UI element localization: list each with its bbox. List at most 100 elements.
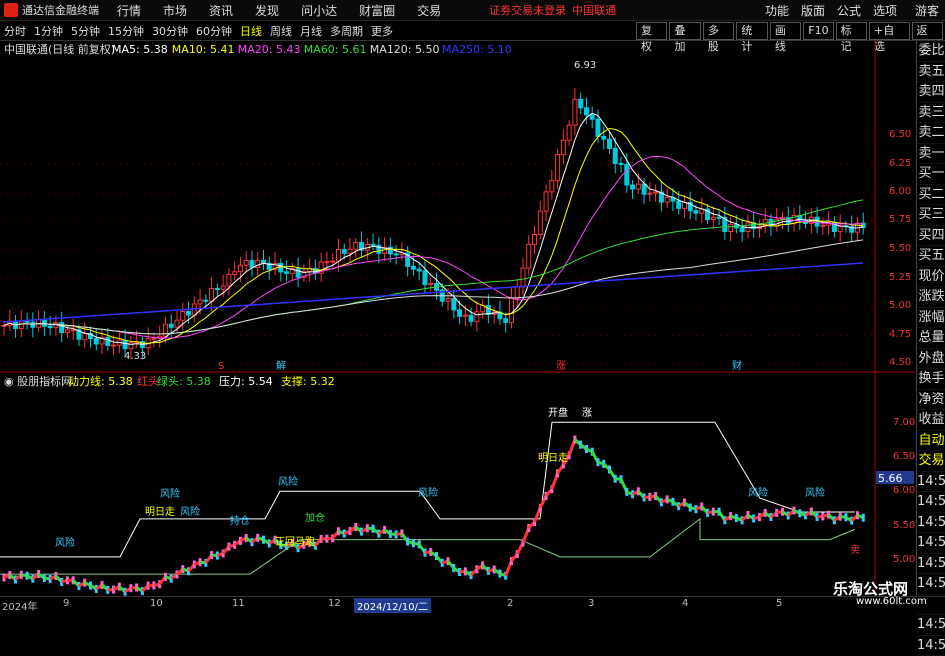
candle-body: [296, 269, 300, 278]
candle-body: [521, 268, 525, 287]
candle-body: [423, 271, 427, 285]
marker-1: 解: [276, 359, 286, 372]
side-item-21[interactable]: 14:5: [917, 472, 945, 493]
guest-label[interactable]: 游客: [915, 2, 939, 19]
candle-body: [556, 155, 560, 181]
menu-item-3[interactable]: 发现: [255, 4, 279, 18]
right-menu-item-3[interactable]: 选项: [873, 2, 897, 19]
tool-button-0[interactable]: 复权: [636, 22, 667, 40]
candle-body: [371, 244, 375, 245]
side-item-25[interactable]: 14:5: [917, 554, 945, 575]
marker-0: S: [218, 361, 224, 372]
side-item-13[interactable]: 涨幅: [917, 308, 945, 329]
tool-button-3[interactable]: 统计: [736, 22, 767, 40]
right-menu-item-0[interactable]: 功能: [765, 2, 789, 19]
side-item-23[interactable]: 14:5: [917, 513, 945, 534]
ma20-line: [4, 156, 863, 338]
menu-item-5[interactable]: 财富圈: [359, 4, 395, 18]
menu-item-6[interactable]: 交易: [417, 4, 441, 18]
price-axis-6: 5.00: [889, 300, 911, 311]
timeframe-7[interactable]: 周线: [270, 25, 292, 38]
candle-body: [354, 243, 358, 250]
trade-notice[interactable]: 证劵交易未登录: [489, 2, 566, 18]
side-item-12[interactable]: 涨跌: [917, 287, 945, 308]
ma10-line: [4, 129, 863, 344]
candle-body: [417, 269, 421, 271]
marker-3: 财: [732, 359, 742, 372]
tool-button-4[interactable]: 画线: [770, 22, 801, 40]
right-menu-item-1[interactable]: 版面: [801, 2, 825, 19]
ma-legend-3: MA60: 5.61: [304, 43, 367, 56]
candle-body: [123, 340, 127, 348]
candle-body: [169, 324, 173, 327]
date-label-0: 2024年: [2, 598, 37, 613]
timeframe-6[interactable]: 日线: [240, 25, 262, 38]
side-item-6[interactable]: 买一: [917, 164, 945, 185]
side-item-16[interactable]: 换手: [917, 369, 945, 390]
side-item-4[interactable]: 卖二: [917, 123, 945, 144]
side-item-3[interactable]: 卖三: [917, 103, 945, 124]
side-item-11[interactable]: 现价: [917, 267, 945, 288]
timeframe-4[interactable]: 30分钟: [152, 25, 188, 38]
side-item-22[interactable]: 14:5: [917, 492, 945, 513]
side-item-24[interactable]: 14:5: [917, 533, 945, 554]
side-item-10[interactable]: 买五: [917, 246, 945, 267]
tool-button-6[interactable]: 标记: [836, 22, 867, 40]
timeframe-5[interactable]: 60分钟: [196, 25, 232, 38]
side-item-18[interactable]: 收益: [917, 410, 945, 431]
price-axis-3: 5.75: [889, 214, 911, 225]
timeframe-1[interactable]: 1分钟: [34, 25, 63, 38]
candle-body: [740, 228, 744, 232]
timeframe-8[interactable]: 月线: [300, 25, 322, 38]
ma5-line: [4, 113, 863, 344]
right-menu-item-2[interactable]: 公式: [837, 2, 861, 19]
side-item-5[interactable]: 卖一: [917, 144, 945, 165]
timeframe-2[interactable]: 5分钟: [71, 25, 100, 38]
candle-body: [463, 315, 467, 316]
tool-button-8[interactable]: 返回: [912, 22, 943, 40]
tool-button-2[interactable]: 多股: [703, 22, 734, 40]
timeframe-10[interactable]: 更多: [371, 25, 393, 38]
timeframe-3[interactable]: 15分钟: [108, 25, 144, 38]
timeframe-bar: 分时 1分钟 5分钟 15分钟 30分钟 60分钟日线周线月线多周期更多: [0, 23, 397, 39]
side-item-14[interactable]: 总量: [917, 328, 945, 349]
tool-button-5[interactable]: F10: [803, 22, 833, 40]
candle-body: [636, 184, 640, 189]
menu-item-1[interactable]: 市场: [163, 4, 187, 18]
date-label-9: 5: [776, 598, 782, 609]
menu-item-4[interactable]: 问小达: [301, 4, 337, 18]
price-axis-7: 4.75: [889, 329, 911, 340]
side-item-0[interactable]: 委比: [917, 41, 945, 62]
date-axis: 2024年91011122024/12/10/二2345: [0, 596, 945, 610]
date-label-7: 3: [588, 598, 594, 609]
side-item-26[interactable]: 14:5: [917, 574, 945, 595]
side-item-2[interactable]: 卖四: [917, 82, 945, 103]
menu-item-2[interactable]: 资讯: [209, 4, 233, 18]
side-item-9[interactable]: 买四: [917, 226, 945, 247]
kline-chart[interactable]: 中国联通(日线 前复权)MA5: 5.38MA10: 5.41MA20: 5.4…: [0, 41, 915, 596]
timeframe-9[interactable]: 多周期: [330, 25, 363, 38]
support-line: [0, 519, 855, 574]
menu-item-0[interactable]: 行情: [117, 4, 141, 18]
side-item-28[interactable]: 14:5: [917, 615, 945, 636]
side-item-29[interactable]: 14:5: [917, 636, 945, 656]
side-item-15[interactable]: 外盘: [917, 349, 945, 370]
tool-button-7[interactable]: +自选: [869, 22, 909, 40]
side-item-7[interactable]: 买二: [917, 185, 945, 206]
tool-button-1[interactable]: 叠加: [669, 22, 700, 40]
ma-legend-5: MA250: 5.10: [442, 43, 512, 56]
side-item-20[interactable]: 交易: [917, 451, 945, 472]
candle-body: [71, 330, 75, 331]
side-item-1[interactable]: 卖五: [917, 62, 945, 83]
candle-body: [596, 119, 600, 136]
timeframe-0[interactable]: 分时: [4, 25, 26, 38]
candle-body: [163, 324, 167, 336]
annotation-4: 风险: [180, 505, 200, 518]
ind-axis-0: 7.00: [893, 417, 915, 428]
candle-body: [94, 338, 98, 344]
candle-body: [694, 211, 698, 214]
side-item-8[interactable]: 买三: [917, 205, 945, 226]
side-item-19[interactable]: 自动: [917, 431, 945, 452]
side-item-17[interactable]: 净资: [917, 390, 945, 411]
candle-body: [584, 108, 588, 115]
